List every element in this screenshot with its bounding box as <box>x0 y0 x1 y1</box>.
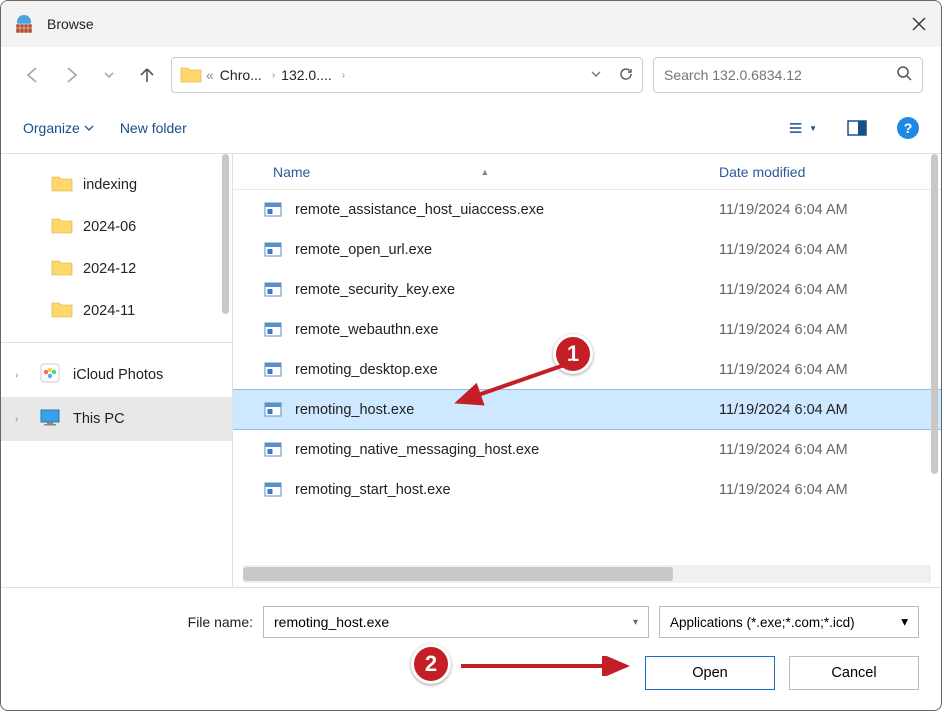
search-input[interactable] <box>664 67 888 83</box>
sort-ascending-icon: ▲ <box>480 167 489 177</box>
file-name: remoting_host.exe <box>295 402 719 418</box>
breadcrumb-1[interactable]: Chro... <box>220 67 262 83</box>
forward-button[interactable] <box>57 61 85 89</box>
chevron-right-icon[interactable]: › <box>15 370 27 381</box>
folder-icon <box>51 174 73 196</box>
file-name: remote_security_key.exe <box>295 282 719 298</box>
new-folder-button[interactable]: New folder <box>120 120 187 136</box>
sidebar-nav-item[interactable]: › iCloud Photos <box>1 353 232 397</box>
file-name: remote_open_url.exe <box>295 242 719 258</box>
file-row[interactable]: remoting_native_messaging_host.exe11/19/… <box>233 430 941 470</box>
recent-dropdown[interactable] <box>95 61 123 89</box>
sidebar-folder-label: 2024-11 <box>83 303 135 319</box>
sidebar-folder[interactable]: 2024-06 <box>29 206 226 248</box>
folder-icon <box>180 65 200 85</box>
exe-icon <box>263 360 283 380</box>
breadcrumb-2[interactable]: 132.0.... <box>281 67 332 83</box>
filename-combo[interactable]: ▾ <box>263 606 649 638</box>
organize-menu[interactable]: Organize <box>23 120 94 136</box>
file-date: 11/19/2024 6:04 AM <box>719 362 941 378</box>
sidebar-folder-label: 2024-06 <box>83 219 136 235</box>
folder-icon <box>51 216 73 238</box>
nav-bar: « Chro... › 132.0.... › <box>1 47 941 103</box>
file-row[interactable]: remote_assistance_host_uiaccess.exe11/19… <box>233 190 941 230</box>
preview-pane-button[interactable] <box>843 114 871 142</box>
sidebar-nav-item[interactable]: › This PC <box>1 397 232 441</box>
chevron-right-icon[interactable]: › <box>342 70 345 81</box>
folder-icon <box>51 258 73 280</box>
file-date: 11/19/2024 6:04 AM <box>719 482 941 498</box>
exe-icon <box>263 400 283 420</box>
horizontal-scrollbar[interactable] <box>243 565 931 583</box>
sidebar-folder-label: 2024-12 <box>83 261 136 277</box>
open-button[interactable]: Open <box>645 656 775 690</box>
file-date: 11/19/2024 6:04 AM <box>719 202 941 218</box>
filename-input[interactable] <box>274 614 633 630</box>
close-button[interactable] <box>909 14 929 34</box>
file-row[interactable]: remote_open_url.exe11/19/2024 6:04 AM <box>233 230 941 270</box>
back-button[interactable] <box>19 61 47 89</box>
file-row[interactable]: remoting_desktop.exe11/19/2024 6:04 AM <box>233 350 941 390</box>
exe-icon <box>263 280 283 300</box>
file-date: 11/19/2024 6:04 AM <box>719 322 941 338</box>
file-row[interactable]: remote_security_key.exe11/19/2024 6:04 A… <box>233 270 941 310</box>
exe-icon <box>263 200 283 220</box>
address-bar[interactable]: « Chro... › 132.0.... › <box>171 57 643 93</box>
view-menu[interactable]: ▼ <box>789 114 817 142</box>
filetype-combo[interactable]: Applications (*.exe;*.com;*.icd) ▾ <box>659 606 919 638</box>
nav-icon <box>39 362 61 388</box>
file-name: remoting_start_host.exe <box>295 482 719 498</box>
exe-icon <box>263 240 283 260</box>
toolbar: Organize New folder ▼ ? <box>1 103 941 153</box>
chevron-right-icon[interactable]: › <box>15 414 27 425</box>
exe-icon <box>263 480 283 500</box>
file-row[interactable]: remoting_host.exe11/19/2024 6:04 AM <box>233 389 941 430</box>
sidebar-folder[interactable]: 2024-11 <box>29 290 226 332</box>
sidebar-nav-label: iCloud Photos <box>73 367 163 383</box>
search-box[interactable] <box>653 57 923 93</box>
sidebar: indexing 2024-06 2024-12 2024-11 › iCloud Ph… <box>1 154 233 587</box>
window-title: Browse <box>47 16 897 32</box>
chevron-right-icon[interactable]: › <box>272 70 275 81</box>
column-name[interactable]: Name ▲ <box>273 164 719 180</box>
search-icon[interactable] <box>896 65 912 86</box>
refresh-button[interactable] <box>618 66 634 85</box>
file-name: remote_webauthn.exe <box>295 322 719 338</box>
sidebar-folder[interactable]: indexing <box>29 164 226 206</box>
filename-label: File name: <box>173 614 253 630</box>
help-button[interactable]: ? <box>897 117 919 139</box>
sidebar-folder[interactable]: 2024-12 <box>29 248 226 290</box>
chevron-down-icon[interactable]: ▾ <box>901 614 908 630</box>
file-date: 11/19/2024 6:04 AM <box>719 282 941 298</box>
vertical-scrollbar[interactable] <box>931 154 938 587</box>
file-row[interactable]: remoting_start_host.exe11/19/2024 6:04 A… <box>233 470 941 510</box>
sidebar-nav-label: This PC <box>73 411 125 427</box>
sidebar-folder-label: indexing <box>83 177 137 193</box>
file-list-area: Name ▲ Date modified remote_assistance_h… <box>233 154 941 587</box>
chevron-down-icon[interactable]: ▾ <box>633 617 638 628</box>
bottom-panel: File name: ▾ Applications (*.exe;*.com;*… <box>1 587 941 710</box>
file-name: remoting_desktop.exe <box>295 362 719 378</box>
breadcrumb-overflow[interactable]: « <box>206 67 214 83</box>
nav-icon <box>39 408 61 430</box>
exe-icon <box>263 320 283 340</box>
folder-icon <box>51 300 73 322</box>
sidebar-scrollbar[interactable] <box>222 154 229 314</box>
file-name: remoting_native_messaging_host.exe <box>295 442 719 458</box>
file-date: 11/19/2024 6:04 AM <box>719 242 941 258</box>
column-date[interactable]: Date modified <box>719 164 941 180</box>
cancel-button[interactable]: Cancel <box>789 656 919 690</box>
address-dropdown[interactable] <box>590 67 602 83</box>
up-button[interactable] <box>133 61 161 89</box>
file-name: remote_assistance_host_uiaccess.exe <box>295 202 719 218</box>
file-date: 11/19/2024 6:04 AM <box>719 442 941 458</box>
app-icon <box>13 13 35 35</box>
file-date: 11/19/2024 6:04 AM <box>719 402 941 418</box>
titlebar: Browse <box>1 1 941 47</box>
file-row[interactable]: remote_webauthn.exe11/19/2024 6:04 AM <box>233 310 941 350</box>
column-headers: Name ▲ Date modified <box>233 154 941 190</box>
exe-icon <box>263 440 283 460</box>
